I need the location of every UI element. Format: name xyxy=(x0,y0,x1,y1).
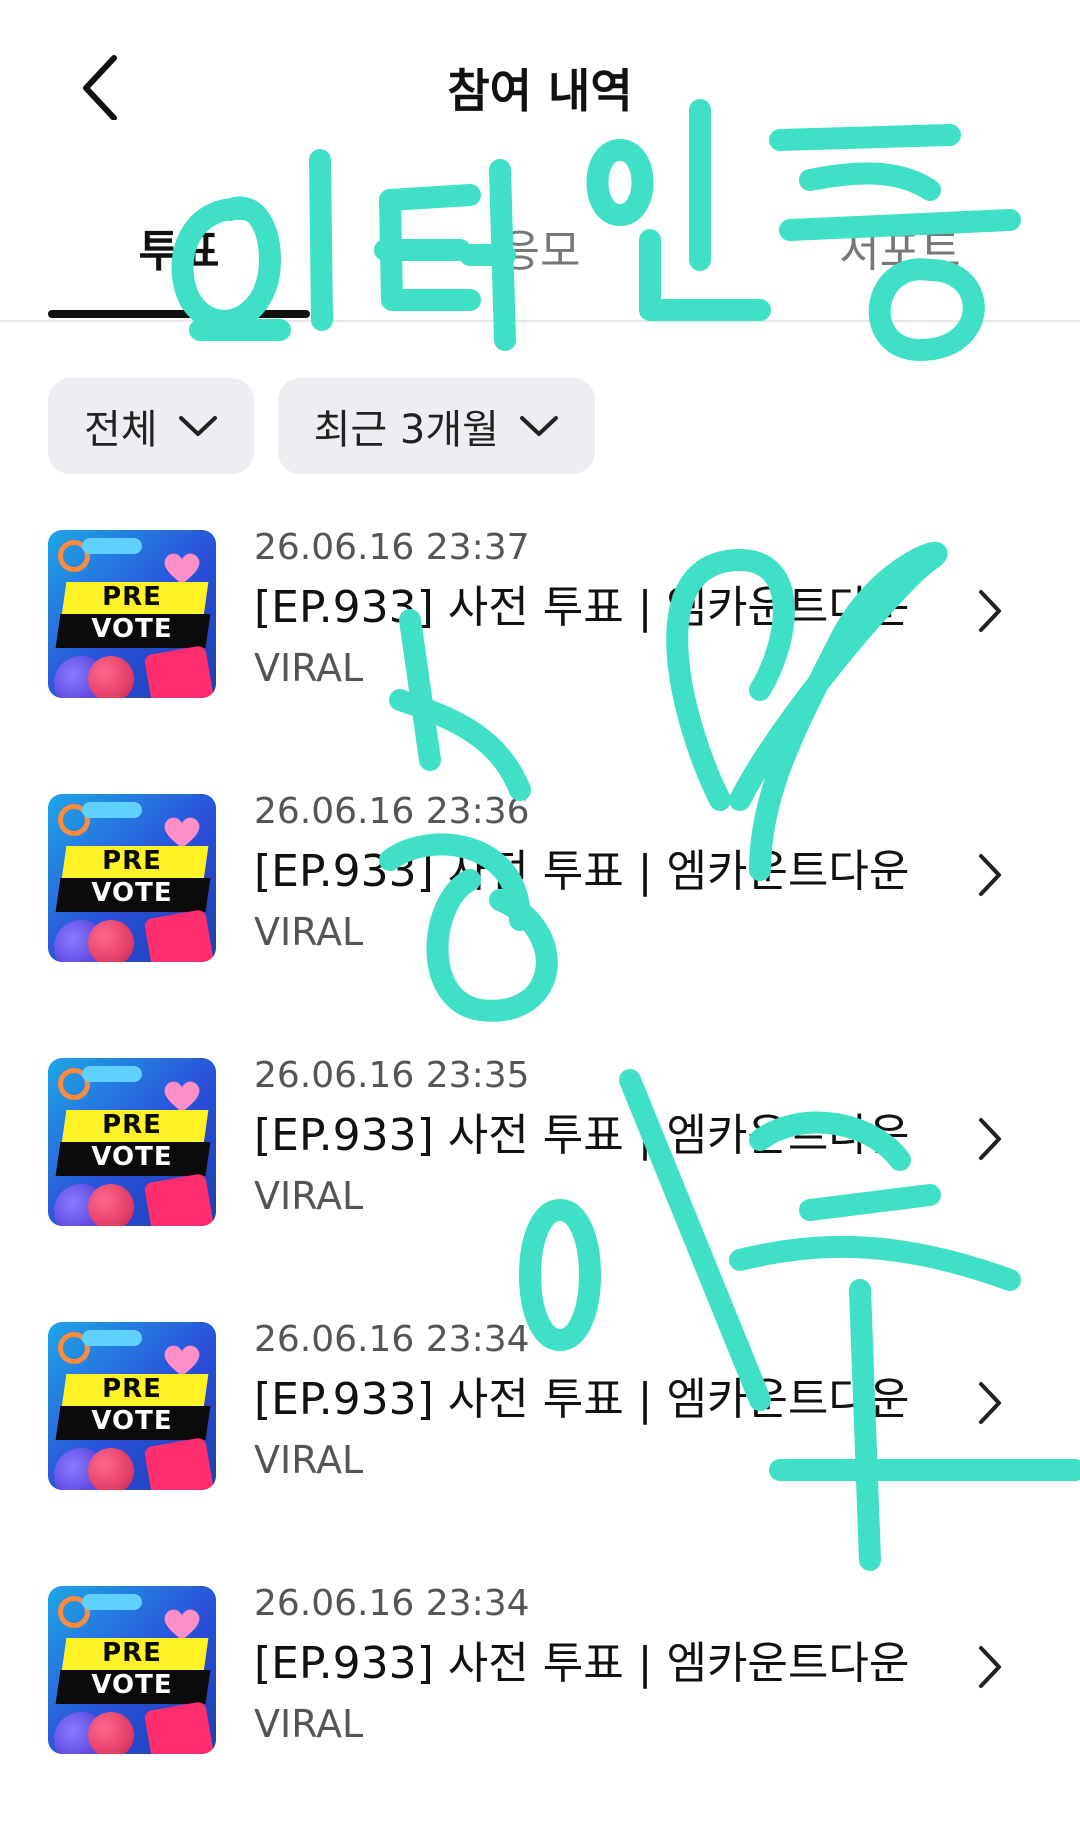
chevron-down-icon xyxy=(178,416,217,436)
item-meta: 26.06.16 23:34 [EP.933] 사전 투표 | 엠카운트다운 V… xyxy=(254,1318,934,1484)
filter-bar: 전체 최근 3개월 xyxy=(48,378,595,474)
heart-icon xyxy=(164,1609,200,1640)
pre-vote-thumbnail: PRE VOTE xyxy=(48,1058,216,1226)
item-title: [EP.933] 사전 투표 | 엠카운트다운 xyxy=(254,1110,910,1161)
pre-vote-thumbnail: PRE VOTE xyxy=(48,1322,216,1490)
thumbnail-text-vote: VOTE xyxy=(91,1406,173,1436)
stripe-decoration xyxy=(82,538,142,554)
list-item[interactable]: PRE VOTE 26.06.16 23:37 [EP.933] 사전 투표 |… xyxy=(0,526,1080,790)
tab-entry[interactable]: 응모 xyxy=(395,215,685,279)
item-category: VIRAL xyxy=(254,1438,364,1482)
item-meta: 26.06.16 23:35 [EP.933] 사전 투표 | 엠카운트다운 V… xyxy=(254,1054,934,1220)
item-title: [EP.933] 사전 투표 | 엠카운트다운 xyxy=(254,846,910,897)
thumbnail-text-pre: PRE xyxy=(102,582,162,612)
filter-period-dropdown[interactable]: 최근 3개월 xyxy=(277,378,595,474)
item-meta: 26.06.16 23:36 [EP.933] 사전 투표 | 엠카운트다운 V… xyxy=(254,790,934,956)
heart-icon xyxy=(164,1345,200,1376)
filter-type-dropdown[interactable]: 전체 xyxy=(48,378,254,474)
list-item[interactable]: PRE VOTE 26.06.16 23:34 [EP.933] 사전 투표 |… xyxy=(0,1582,1080,1846)
item-date: 26.06.16 23:34 xyxy=(254,1583,530,1624)
filter-type-label: 전체 xyxy=(84,407,158,453)
thumbnail-text-pre: PRE xyxy=(102,1110,162,1140)
participation-list: PRE VOTE 26.06.16 23:37 [EP.933] 사전 투표 |… xyxy=(0,526,1080,1846)
active-tab-indicator xyxy=(48,310,310,318)
pre-vote-thumbnail: PRE VOTE xyxy=(48,794,216,962)
pre-vote-thumbnail: PRE VOTE xyxy=(48,1586,216,1754)
item-title: [EP.933] 사전 투표 | 엠카운트다운 xyxy=(254,1374,910,1425)
pre-vote-thumbnail: PRE VOTE xyxy=(48,530,216,698)
item-date: 26.06.16 23:34 xyxy=(254,1319,530,1360)
thumbnail-text-vote: VOTE xyxy=(91,1670,173,1700)
item-date: 26.06.16 23:35 xyxy=(254,1055,530,1096)
chevron-right-icon xyxy=(979,1118,1001,1160)
thumbnail-text-pre: PRE xyxy=(102,1638,162,1668)
thumbnail-text-pre: PRE xyxy=(102,846,162,876)
item-category: VIRAL xyxy=(254,1174,364,1218)
thumbnail-text-pre: PRE xyxy=(102,1374,162,1404)
chevron-right-icon xyxy=(979,1646,1001,1688)
item-title: [EP.933] 사전 투표 | 엠카운트다운 xyxy=(254,1638,910,1689)
tab-bar: 투표 응모 서포트 xyxy=(0,200,1080,322)
item-category: VIRAL xyxy=(254,1702,364,1746)
list-item[interactable]: PRE VOTE 26.06.16 23:36 [EP.933] 사전 투표 |… xyxy=(0,790,1080,1054)
thumbnail-text-vote: VOTE xyxy=(91,1142,173,1172)
header: 참여 내역 xyxy=(0,0,1080,170)
item-category: VIRAL xyxy=(254,646,364,690)
filter-period-label: 최근 3개월 xyxy=(313,407,499,453)
item-meta: 26.06.16 23:34 [EP.933] 사전 투표 | 엠카운트다운 V… xyxy=(254,1582,934,1748)
item-date: 26.06.16 23:37 xyxy=(254,527,530,568)
chevron-right-icon xyxy=(979,590,1001,632)
page-title: 참여 내역 xyxy=(447,64,633,118)
list-item[interactable]: PRE VOTE 26.06.16 23:34 [EP.933] 사전 투표 |… xyxy=(0,1318,1080,1582)
chevron-right-icon xyxy=(979,1382,1001,1424)
chevron-right-icon xyxy=(979,854,1001,896)
item-meta: 26.06.16 23:37 [EP.933] 사전 투표 | 엠카운트다운 V… xyxy=(254,526,934,692)
heart-icon xyxy=(164,817,200,848)
thumbnail-text-vote: VOTE xyxy=(91,614,173,644)
heart-icon xyxy=(164,1081,200,1112)
heart-icon xyxy=(164,553,200,584)
tab-vote[interactable]: 투표 xyxy=(34,215,324,279)
item-category: VIRAL xyxy=(254,910,364,954)
chevron-down-icon xyxy=(519,416,558,436)
tab-support[interactable]: 서포트 xyxy=(755,215,1045,279)
item-date: 26.06.16 23:36 xyxy=(254,791,530,832)
item-title: [EP.933] 사전 투표 | 엠카운트다운 xyxy=(254,582,910,633)
list-item[interactable]: PRE VOTE 26.06.16 23:35 [EP.933] 사전 투표 |… xyxy=(0,1054,1080,1318)
thumbnail-text-vote: VOTE xyxy=(91,878,173,908)
